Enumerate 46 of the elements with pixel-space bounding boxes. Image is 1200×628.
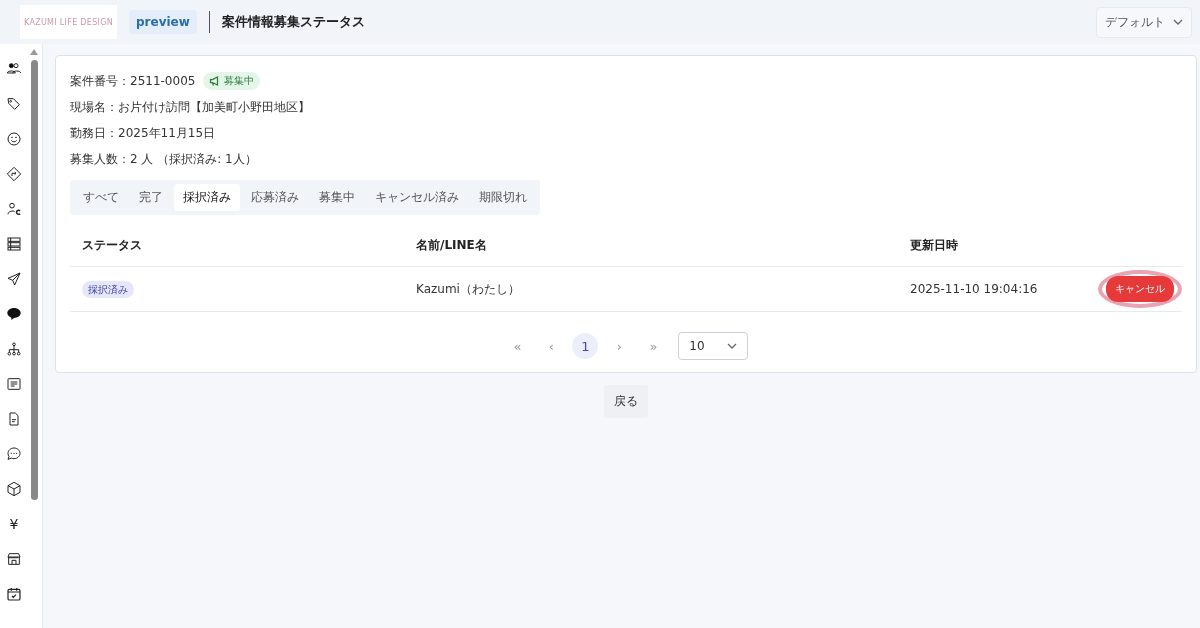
chevron-down-icon xyxy=(1173,19,1183,25)
tag-icon[interactable] xyxy=(6,96,22,112)
page-size-select[interactable]: 10 xyxy=(678,332,748,360)
filter-tab[interactable]: すべて xyxy=(74,184,128,211)
info-line: 案件番号：2511-0005 xyxy=(70,73,196,90)
cancel-button[interactable]: キャンセル xyxy=(1106,276,1174,302)
filter-tab[interactable]: 募集中 xyxy=(310,184,364,211)
filter-tab[interactable]: 採択済み xyxy=(174,184,240,211)
status-tag: 採択済み xyxy=(82,280,134,298)
chevron-down-icon xyxy=(726,343,737,349)
diamond-arrow-icon[interactable] xyxy=(6,166,22,182)
scroll-up-icon[interactable] xyxy=(29,48,39,56)
chat-dots-icon[interactable] xyxy=(6,446,22,462)
file-icon[interactable] xyxy=(6,411,22,427)
smiley-icon[interactable] xyxy=(6,131,22,147)
back-button[interactable]: 戻る xyxy=(604,385,648,418)
user-icon[interactable] xyxy=(6,201,22,217)
page-button[interactable]: 1 xyxy=(572,333,599,359)
stack-icon[interactable] xyxy=(6,236,22,252)
view-select[interactable]: デフォルト xyxy=(1096,6,1192,38)
chat-bubble-icon[interactable] xyxy=(6,306,22,322)
column-header: 更新日時 xyxy=(910,238,958,252)
env-badge: preview xyxy=(129,10,197,34)
filter-tab[interactable]: 期限切れ xyxy=(470,184,536,211)
column-header: 名前/LINE名 xyxy=(416,238,487,252)
info-line: 募集人数：2 人 （採択済み: 1人） xyxy=(70,151,257,168)
store-icon[interactable] xyxy=(6,551,22,567)
table-cell: Kazumi（わたし） xyxy=(416,281,520,296)
calendar-icon[interactable] xyxy=(6,586,22,602)
hierarchy-icon[interactable] xyxy=(6,341,22,357)
filter-tab[interactable]: 完了 xyxy=(130,184,172,211)
column-header: ステータス xyxy=(82,238,142,252)
yen-icon[interactable]: ¥ xyxy=(9,516,19,532)
table-cell: 2025-11-10 19:04:16 xyxy=(910,282,1038,296)
cube-icon[interactable] xyxy=(6,481,22,497)
page-title: 案件情報募集ステータス xyxy=(221,13,366,31)
filter-tab[interactable]: キャンセル済み xyxy=(366,184,468,211)
logo: KAZUMI LIFE DESIGN xyxy=(20,5,117,39)
filter-tab[interactable]: 応募済み xyxy=(242,184,308,211)
info-line: 勤務日：2025年11月15日 xyxy=(70,125,216,142)
send-icon[interactable] xyxy=(6,271,22,287)
info-line: 現場名：お片付け訪問【加美町小野田地区】 xyxy=(70,99,310,116)
users-icon[interactable] xyxy=(6,61,22,77)
status-badge: 募集中 xyxy=(203,72,261,90)
scrollbar-thumb[interactable] xyxy=(30,60,38,500)
document-icon[interactable] xyxy=(6,376,22,392)
